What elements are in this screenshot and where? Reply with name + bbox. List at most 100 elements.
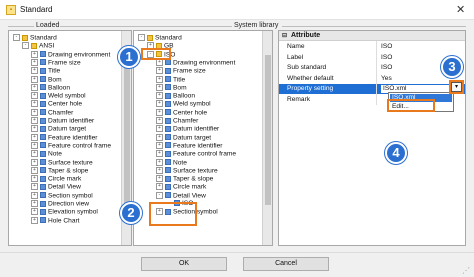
attribute-row-sub-standard[interactable]: Sub standard ISO [279,63,465,73]
expand-icon[interactable]: + [156,150,163,158]
close-icon[interactable]: ✕ [456,3,465,16]
tree-item-title[interactable]: + Title [31,67,60,75]
tree-item-chamfer[interactable]: + Chamfer [156,117,198,125]
tree-item-datum-identifier[interactable]: + Datum identifier [31,117,94,125]
node-icon [40,59,46,66]
expand-icon[interactable]: + [156,108,163,116]
expand-icon[interactable]: + [156,125,163,133]
node-icon [165,76,171,82]
expand-icon[interactable]: + [31,208,38,216]
expand-icon[interactable]: + [156,92,163,100]
expand-icon[interactable]: + [31,175,38,183]
library-scrollbar[interactable] [262,31,272,245]
tree-item-datum-identifier[interactable]: + Datum identifier [156,125,219,133]
attribute-value: ISO [381,43,393,50]
resize-grip-icon[interactable]: ⋰ [462,266,470,275]
expand-icon[interactable]: + [31,150,38,158]
expand-icon[interactable]: + [31,158,38,166]
expand-icon[interactable]: + [156,67,163,75]
tree-item-circle-mark[interactable]: + Circle mark [31,175,81,183]
expand-icon[interactable]: + [31,100,38,108]
expand-icon[interactable]: + [156,75,163,83]
expand-icon[interactable]: + [156,166,163,174]
expand-icon[interactable]: + [31,50,38,58]
expand-icon[interactable]: + [156,117,163,124]
tree-item-label: Feature identifier [173,142,223,150]
node-icon [40,84,46,91]
attribute-row-name[interactable]: Name ISO [279,42,465,52]
expand-icon[interactable]: + [31,67,38,75]
expand-icon[interactable]: + [31,141,38,149]
expand-icon[interactable]: + [31,183,38,191]
tree-item-detail-view[interactable]: - Detail View [156,191,206,200]
collapse-icon[interactable]: - [22,42,29,50]
tree-item-feature-control-frame[interactable]: + Feature control frame [31,141,111,150]
tree-item-balloon[interactable]: + Balloon [156,92,195,100]
tree-item-frame-size[interactable]: + Frame size [156,67,206,75]
collapse-icon[interactable]: - [138,34,145,41]
scroll-thumb[interactable] [124,55,130,205]
attribute-row-whether-default[interactable]: Whether default Yes [279,74,465,84]
tree-item-ansi[interactable]: - ANSI [22,42,54,50]
tree-item-note[interactable]: + Note [31,150,62,158]
tree-item-circle-mark[interactable]: + Circle mark [156,183,206,191]
tree-item-standard[interactable]: - Standard [138,34,182,42]
expand-icon[interactable]: + [156,158,163,166]
tree-item-section-symbol[interactable]: + Section symbol [31,191,93,200]
expand-icon[interactable]: + [31,125,38,133]
tree-item-taper-slope[interactable]: + Taper & slope [31,166,88,175]
expand-icon[interactable]: + [156,100,163,108]
tree-item-note[interactable]: + Note [156,158,187,167]
tree-item-datum-target[interactable]: + Datum target [156,133,211,142]
tree-item-hole-chart[interactable]: + Hole Chart [31,216,80,225]
loaded-tree-panel[interactable]: - Standard - ANSI + Drawing environment + Frame… [8,30,132,246]
expand-icon[interactable]: + [31,75,38,83]
tree-item-feature-control-frame[interactable]: + Feature control frame [156,150,236,158]
expand-icon[interactable]: + [31,216,38,224]
tree-item-bom[interactable]: + Bom [156,83,187,92]
expand-icon[interactable]: + [156,183,163,191]
expand-icon[interactable]: + [31,58,38,66]
tree-item-bom[interactable]: + Bom [31,75,62,84]
collapse-icon[interactable]: - [156,191,163,199]
tree-item-frame-size[interactable]: + Frame size [31,58,81,67]
scroll-thumb[interactable] [265,55,271,205]
expand-icon[interactable]: + [31,92,38,100]
tree-item-feature-identifier[interactable]: + Feature identifier [31,133,97,142]
tree-item-standard[interactable]: - Standard [13,34,57,42]
cancel-button[interactable]: Cancel [243,257,329,271]
expand-icon[interactable]: + [31,117,38,124]
collapse-icon[interactable]: ⊟ [282,32,287,39]
tree-item-elevation-symbol[interactable]: + Elevation symbol [31,208,98,216]
collapse-icon[interactable]: - [13,34,20,41]
tree-item-feature-identifier[interactable]: + Feature identifier [156,141,223,150]
expand-icon[interactable]: + [31,166,38,174]
tree-item-surface-texture[interactable]: + Surface texture [156,166,218,175]
tree-item-center-hole[interactable]: + Center hole [156,108,207,117]
tree-item-center-hole[interactable]: + Center hole [31,100,82,108]
expand-icon[interactable]: + [156,141,163,149]
attribute-row-label[interactable]: Label ISO [279,53,465,63]
expand-icon[interactable]: + [31,191,38,199]
ok-button[interactable]: OK [141,257,227,271]
tree-item-chamfer[interactable]: + Chamfer [31,108,73,117]
tree-item-weld-symbol[interactable]: + Weld symbol [156,100,211,108]
expand-icon[interactable]: + [156,175,163,183]
expand-icon[interactable]: + [156,133,163,141]
tree-item-drawing-environment[interactable]: + Drawing environment [156,58,235,67]
tree-item-weld-symbol[interactable]: + Weld symbol [31,92,86,100]
tree-item-detail-view[interactable]: + Detail View [31,183,81,191]
node-icon [40,200,46,207]
expand-icon[interactable]: + [31,133,38,141]
tree-item-direction-view[interactable]: + Direction view [31,200,89,208]
tree-item-datum-target[interactable]: + Datum target [31,125,86,133]
tree-item-drawing-environment[interactable]: + Drawing environment [31,50,110,59]
tree-item-balloon[interactable]: + Balloon [31,83,70,92]
tree-item-title[interactable]: + Title [156,75,185,84]
tree-item-taper-slope[interactable]: + Taper & slope [156,175,213,183]
expand-icon[interactable]: + [31,108,38,116]
expand-icon[interactable]: + [31,83,38,91]
tree-item-surface-texture[interactable]: + Surface texture [31,158,93,167]
expand-icon[interactable]: + [156,83,163,91]
expand-icon[interactable]: + [31,200,38,207]
